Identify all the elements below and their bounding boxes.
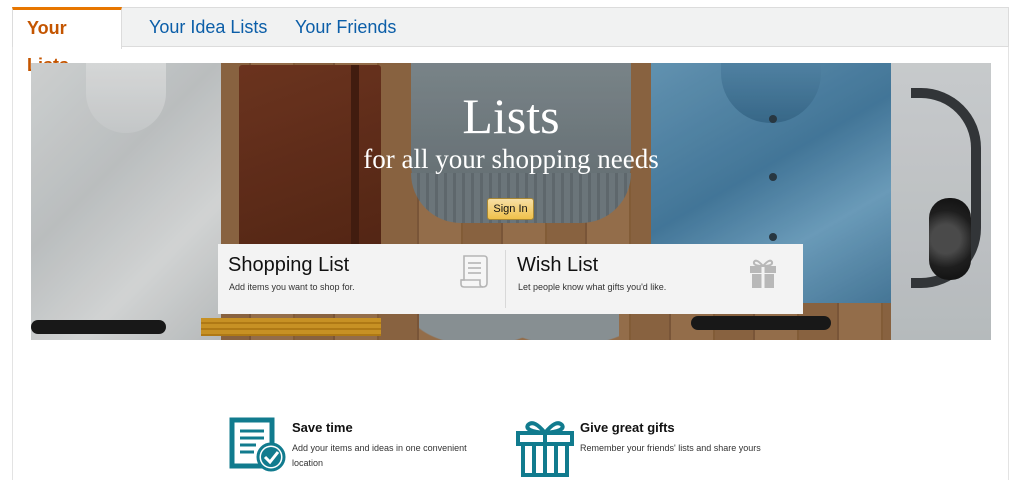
hero-banner: Lists for all your shopping needs Sign I… [31, 63, 991, 340]
wish-list-title: Wish List [517, 254, 599, 276]
tab-your-idea-lists[interactable]: Your Idea Lists [135, 7, 281, 48]
feature-title: Give great gifts [580, 420, 675, 435]
checklist-icon [229, 417, 286, 472]
feature-description: Add your items and ideas in one convenie… [292, 443, 467, 468]
hero-title: Lists [462, 88, 560, 144]
gift-box-icon [516, 421, 574, 477]
tab-your-friends[interactable]: Your Friends [281, 7, 410, 48]
shopping-list-card[interactable]: Shopping List Add items you want to shop… [218, 244, 505, 314]
tab-your-lists[interactable]: Your Lists [12, 7, 122, 75]
hero-subtitle: for all your shopping needs [363, 144, 659, 174]
feature-description: Remember your friends' lists and share y… [580, 443, 761, 453]
shopping-list-title: Shopping List [228, 254, 350, 276]
sign-in-button[interactable]: Sign In [487, 198, 534, 220]
scroll-icon [460, 255, 488, 288]
wish-list-description: Let people know what gifts you'd like. [518, 282, 667, 292]
feature-title: Save time [292, 420, 353, 435]
shopping-list-description: Add items you want to shop for. [229, 282, 355, 292]
list-type-cards: Shopping List Add items you want to shop… [218, 244, 803, 314]
list-tabs: Your Lists Your Idea Lists Your Friends [12, 7, 1009, 75]
wish-list-card[interactable]: Wish List Let people know what gifts you… [507, 244, 803, 314]
gift-icon [750, 259, 776, 288]
